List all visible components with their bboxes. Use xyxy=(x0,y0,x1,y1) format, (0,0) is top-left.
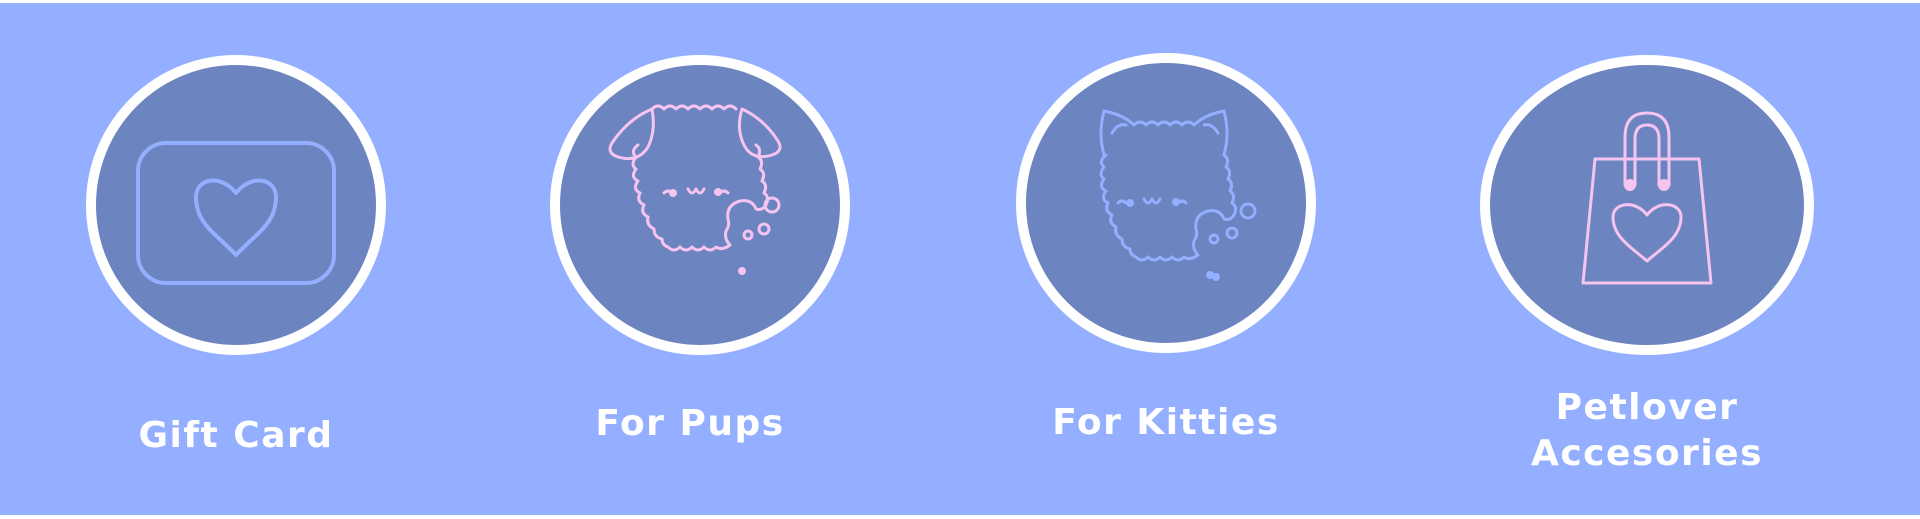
kitten-icon xyxy=(1099,109,1257,281)
gift-card-icon xyxy=(136,141,336,285)
category-banner: Gift Card For Pups For Kitties Petlover … xyxy=(0,3,1920,515)
pups-label: For Pups xyxy=(595,403,785,444)
pups-circle xyxy=(550,55,850,355)
accessories-label-line1: Petlover xyxy=(1555,387,1739,428)
category-for-pups[interactable]: For Pups xyxy=(480,3,960,515)
puppy-icon xyxy=(608,104,782,275)
kitties-circle xyxy=(1016,53,1316,353)
accessories-circle xyxy=(1480,55,1814,355)
accessories-label: Petlover Accesories xyxy=(1447,385,1847,477)
kitties-label: For Kitties xyxy=(1052,402,1280,443)
category-gift-card[interactable]: Gift Card xyxy=(0,3,480,515)
shopping-bag-icon xyxy=(1581,111,1713,285)
category-petlover-accessories[interactable]: Petlover Accesories xyxy=(1440,3,1920,515)
accessories-label-line2: Accesories xyxy=(1530,433,1764,474)
category-for-kitties[interactable]: For Kitties xyxy=(960,3,1440,515)
gift-card-label: Gift Card xyxy=(138,415,334,456)
gift-card-circle xyxy=(86,55,386,355)
